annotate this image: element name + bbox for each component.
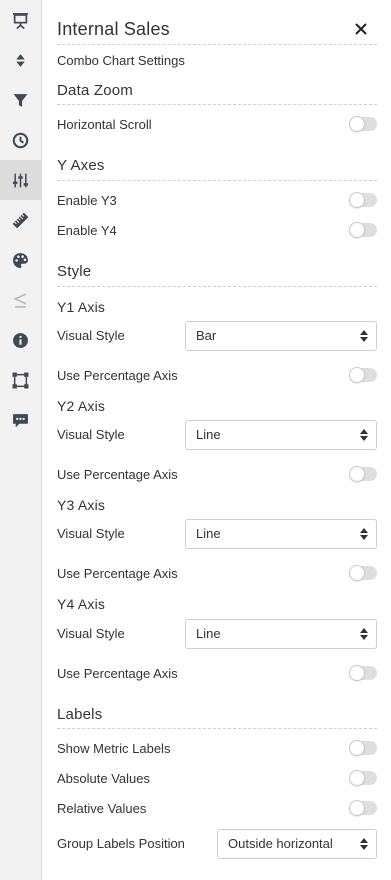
select-arrows-icon <box>360 628 368 640</box>
selection-icon <box>12 372 29 388</box>
toggle-knob <box>349 770 365 786</box>
y1-axis-heading: Y1 Axis <box>57 299 106 315</box>
y1-visual-style-select[interactable]: Bar <box>185 321 377 351</box>
rail-item-sliders[interactable] <box>0 160 41 200</box>
header-divider <box>57 44 377 45</box>
select-value: Line <box>196 427 221 442</box>
y4-percentage-toggle[interactable] <box>349 665 377 681</box>
toggle-knob <box>349 116 365 132</box>
toggle-knob <box>349 800 365 816</box>
sliders-icon <box>13 173 28 187</box>
show-metric-labels-label: Show Metric Labels <box>57 741 171 756</box>
section-heading-labels: Labels <box>57 706 103 723</box>
palette-icon <box>13 252 28 268</box>
y2-percentage-toggle[interactable] <box>349 466 377 482</box>
relative-values-toggle[interactable] <box>349 800 377 816</box>
enable-y4-label: Enable Y4 <box>57 223 117 238</box>
filter-icon <box>13 93 28 107</box>
relative-values-label: Relative Values <box>57 801 147 816</box>
select-value: Outside horizontal <box>228 836 333 851</box>
select-arrows-icon <box>360 838 368 850</box>
rail-item-sort[interactable] <box>0 40 41 80</box>
rail-item-comment[interactable] <box>0 400 41 440</box>
rail-item-selection[interactable] <box>0 360 41 400</box>
select-arrows-icon <box>360 528 368 540</box>
absolute-values-label: Absolute Values <box>57 771 150 786</box>
enable-y3-label: Enable Y3 <box>57 193 117 208</box>
y3-percentage-label: Use Percentage Axis <box>57 566 178 581</box>
section-divider <box>57 104 377 105</box>
toggle-knob <box>349 192 365 208</box>
section-heading-data-zoom: Data Zoom <box>57 82 133 99</box>
absolute-values-toggle[interactable] <box>349 770 377 786</box>
y4-visual-style-select[interactable]: Line <box>185 619 377 649</box>
sort-icon <box>16 53 25 67</box>
y4-percentage-label: Use Percentage Axis <box>57 666 178 681</box>
horizontal-scroll-toggle[interactable] <box>349 116 377 132</box>
page-title: Internal Sales <box>57 19 170 39</box>
rail-item-clock[interactable] <box>0 120 41 160</box>
section-divider <box>57 286 377 287</box>
section-divider <box>57 728 377 729</box>
y3-percentage-toggle[interactable] <box>349 565 377 581</box>
select-value: Line <box>196 626 221 641</box>
horizontal-scroll-label: Horizontal Scroll <box>57 117 152 132</box>
toggle-knob <box>349 222 365 238</box>
y2-visual-style-select[interactable]: Line <box>185 420 377 450</box>
y1-percentage-label: Use Percentage Axis <box>57 368 178 383</box>
rail-item-ruler[interactable] <box>0 200 41 240</box>
section-heading-style: Style <box>57 263 92 280</box>
toggle-knob <box>349 367 365 383</box>
y3-visual-style-label: Visual Style <box>57 526 125 541</box>
less-equal-icon <box>13 292 27 308</box>
select-value: Line <box>196 526 221 541</box>
group-labels-position-select[interactable]: Outside horizontal <box>217 829 377 859</box>
y1-percentage-toggle[interactable] <box>349 367 377 383</box>
info-icon <box>13 332 28 348</box>
presentation-icon <box>13 12 28 29</box>
select-arrows-icon <box>360 429 368 441</box>
toggle-knob <box>349 565 365 581</box>
panel-subtitle: Combo Chart Settings <box>57 53 185 68</box>
group-labels-position-label: Group Labels Position <box>57 836 185 851</box>
y3-axis-heading: Y3 Axis <box>57 497 106 513</box>
y2-axis-heading: Y2 Axis <box>57 398 106 414</box>
y3-visual-style-select[interactable]: Line <box>185 519 377 549</box>
comment-icon <box>13 413 28 427</box>
ruler-icon <box>12 212 29 228</box>
close-icon[interactable] <box>354 22 368 36</box>
y2-percentage-label: Use Percentage Axis <box>57 467 178 482</box>
rail-item-less-equal[interactable] <box>0 280 41 320</box>
y4-visual-style-label: Visual Style <box>57 626 125 641</box>
rail-item-info[interactable] <box>0 320 41 360</box>
enable-y3-toggle[interactable] <box>349 192 377 208</box>
enable-y4-toggle[interactable] <box>349 222 377 238</box>
y4-axis-heading: Y4 Axis <box>57 596 106 612</box>
toggle-knob <box>349 740 365 756</box>
show-metric-labels-toggle[interactable] <box>349 740 377 756</box>
sidebar-rail <box>0 0 42 880</box>
select-value: Bar <box>196 328 217 343</box>
select-arrows-icon <box>360 330 368 342</box>
section-divider <box>57 180 377 181</box>
section-heading-y-axes: Y Axes <box>57 157 105 174</box>
y2-visual-style-label: Visual Style <box>57 427 125 442</box>
rail-item-presentation[interactable] <box>0 0 41 40</box>
clock-icon <box>12 132 29 148</box>
toggle-knob <box>349 665 365 681</box>
rail-item-palette[interactable] <box>0 240 41 280</box>
rail-item-filter[interactable] <box>0 80 41 120</box>
y1-visual-style-label: Visual Style <box>57 328 125 343</box>
toggle-knob <box>349 466 365 482</box>
